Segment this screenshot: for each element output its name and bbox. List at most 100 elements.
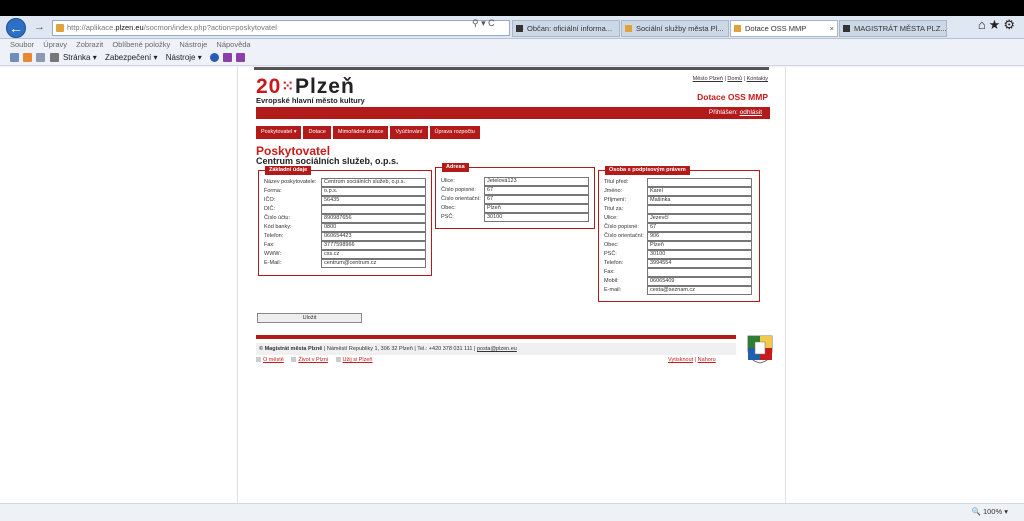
- form-row: PSČ: 30100: [436, 213, 594, 222]
- address-bar[interactable]: http://aplikace.plzen.eu/socmon/index.ph…: [52, 20, 510, 36]
- zoom-level[interactable]: 🔍 100% ▾: [972, 504, 1008, 520]
- field-input[interactable]: o.p.s.: [321, 187, 426, 196]
- field-input[interactable]: 060654423: [321, 232, 426, 241]
- field-input[interactable]: cesta@seznam.cz: [647, 286, 752, 295]
- link-mesto-plzen[interactable]: Město Plzeň: [693, 76, 723, 82]
- menu-poskytovatel[interactable]: Poskytovatel ▾: [256, 126, 302, 139]
- field-input[interactable]: Mašinka: [647, 196, 752, 205]
- field-input[interactable]: [647, 268, 752, 277]
- field-input[interactable]: centrum@centrum.cz: [321, 259, 426, 268]
- field-input[interactable]: 30100: [647, 250, 752, 259]
- field-input[interactable]: 67: [484, 186, 589, 195]
- safety-menu[interactable]: Zabezpečení ▾: [105, 53, 158, 62]
- field-input[interactable]: 56435: [321, 196, 426, 205]
- field-input[interactable]: Karel: [647, 187, 752, 196]
- form-row: Titul před:: [599, 178, 759, 187]
- menu-vyuctovani[interactable]: Vyúčtování: [390, 126, 428, 139]
- field-input[interactable]: [647, 178, 752, 187]
- login-bar: Přihlášen: odhlásit: [256, 107, 770, 119]
- link-zivot-v-plzni[interactable]: Život v Plzni: [298, 357, 328, 363]
- page-menu[interactable]: Stránka ▾: [63, 53, 97, 62]
- form-row: DIČ:: [259, 205, 431, 214]
- footer-phone: Tel.: +420 378 031 111: [417, 346, 473, 352]
- search-refresh-icon[interactable]: ⚲ ▾ C: [472, 18, 495, 29]
- form-row: Číslo popisné: 67: [599, 223, 759, 232]
- city-crest-icon: [747, 335, 773, 364]
- field-input[interactable]: Plzeň: [647, 241, 752, 250]
- rss-icon[interactable]: [23, 53, 33, 63]
- menu-soubor[interactable]: Soubor: [10, 40, 34, 49]
- tab-magistrat[interactable]: MAGISTRÁT MĚSTA PLZ...: [839, 20, 947, 37]
- footer-address: Náměstí Republiky 1, 306 32 Plzeň: [326, 346, 413, 352]
- menu-zobrazit[interactable]: Zobrazit: [76, 40, 103, 49]
- field-label: E-Mail:: [264, 260, 282, 266]
- save-button[interactable]: Uložit: [257, 313, 362, 323]
- form-row: IČO: 56435: [259, 196, 431, 205]
- mail-icon[interactable]: [36, 53, 46, 63]
- forward-button[interactable]: →: [34, 21, 45, 33]
- link-kontakty[interactable]: Kontakty: [747, 76, 768, 82]
- url-domain: plzen.eu: [115, 23, 144, 32]
- menu-dotace[interactable]: Dotace: [303, 126, 331, 139]
- form-row: Fax:: [599, 268, 759, 277]
- form-row: E-Mail: centrum@centrum.cz: [259, 259, 431, 268]
- onenote-icon[interactable]: [223, 53, 233, 63]
- link-o-meste[interactable]: O městě: [263, 357, 284, 363]
- help-icon[interactable]: [209, 53, 219, 63]
- footer-email-link[interactable]: posta@plzen.eu: [477, 346, 517, 352]
- onenote-linked-icon[interactable]: [236, 53, 246, 63]
- close-tab-icon[interactable]: ×: [830, 21, 834, 36]
- field-input[interactable]: 30100: [484, 213, 589, 222]
- field-input[interactable]: css.cz: [321, 250, 426, 259]
- tab-socialni-sluzby[interactable]: Sociální služby města Pl...: [621, 20, 729, 37]
- tools-menu[interactable]: Nástroje ▾: [166, 53, 202, 62]
- field-input[interactable]: 67: [647, 223, 752, 232]
- home-favorites-settings-icon[interactable]: ⌂★⚙: [978, 17, 1018, 33]
- menu-oblibene[interactable]: Oblíbené položky: [112, 40, 170, 49]
- footer-separator: |: [694, 357, 697, 363]
- address-legend: Adresa: [442, 163, 469, 172]
- menu-nastroje[interactable]: Nástroje: [179, 40, 207, 49]
- menu-upravy[interactable]: Úpravy: [43, 40, 67, 49]
- field-label: Kód banky:: [264, 224, 292, 230]
- tab-obcan[interactable]: Občan: oficiální informa...: [512, 20, 620, 37]
- basic-info-legend: Základní údaje: [265, 166, 312, 175]
- field-input[interactable]: 890987656: [321, 214, 426, 223]
- signatory-legend: Osoba s podpisovým právem: [605, 166, 690, 175]
- scroll-top-link[interactable]: Nahoru: [698, 357, 716, 363]
- tab-dotace-oss[interactable]: Dotace OSS MMP ×: [730, 20, 838, 37]
- field-input[interactable]: Jezevčí: [647, 214, 752, 223]
- form-row: Titul za:: [599, 205, 759, 214]
- field-input[interactable]: 0800: [321, 223, 426, 232]
- field-input[interactable]: [647, 205, 752, 214]
- tab-label: Sociální služby města Pl...: [636, 24, 724, 33]
- link-uzij-si-plzen[interactable]: Užij si Plzeň: [343, 357, 373, 363]
- field-input[interactable]: Jetelová123: [484, 177, 589, 186]
- link-domu[interactable]: Domů: [727, 76, 742, 82]
- field-input[interactable]: 67: [484, 195, 589, 204]
- menu-uprava-rozpoctu[interactable]: Úprava rozpočtu: [429, 126, 480, 139]
- home-icon[interactable]: [10, 53, 19, 63]
- field-input[interactable]: 06065409: [647, 277, 752, 286]
- field-input[interactable]: Plzeň: [484, 204, 589, 213]
- field-input[interactable]: 906: [647, 232, 752, 241]
- field-input[interactable]: Centrum sociálních služeb, o.p.s.: [321, 178, 426, 187]
- field-label: Číslo orientační:: [604, 233, 644, 239]
- menu-mimoradne-dotace[interactable]: Mimořádné dotace: [332, 126, 389, 139]
- provider-name: Centrum sociálních služeb, o.p.s.: [256, 156, 399, 166]
- logout-link[interactable]: odhlásit: [740, 109, 762, 116]
- form-row: Obec: Plzeň: [436, 204, 594, 213]
- field-input[interactable]: [321, 205, 426, 214]
- site-slogan: Evropské hlavní město kultury: [256, 96, 365, 105]
- footer-bar: [256, 335, 736, 339]
- form-row: Mobil: 06065409: [599, 277, 759, 286]
- menu-napoveda[interactable]: Nápověda: [216, 40, 250, 49]
- print-icon[interactable]: [49, 53, 59, 63]
- back-button[interactable]: ←: [6, 18, 26, 38]
- form-row: WWW: css.cz: [259, 250, 431, 259]
- print-link[interactable]: Vytisknout: [668, 357, 693, 363]
- field-label: Příjmení:: [604, 197, 627, 203]
- field-label: IČO:: [264, 197, 276, 203]
- field-input[interactable]: 3994554: [647, 259, 752, 268]
- field-input[interactable]: 3777598966: [321, 241, 426, 250]
